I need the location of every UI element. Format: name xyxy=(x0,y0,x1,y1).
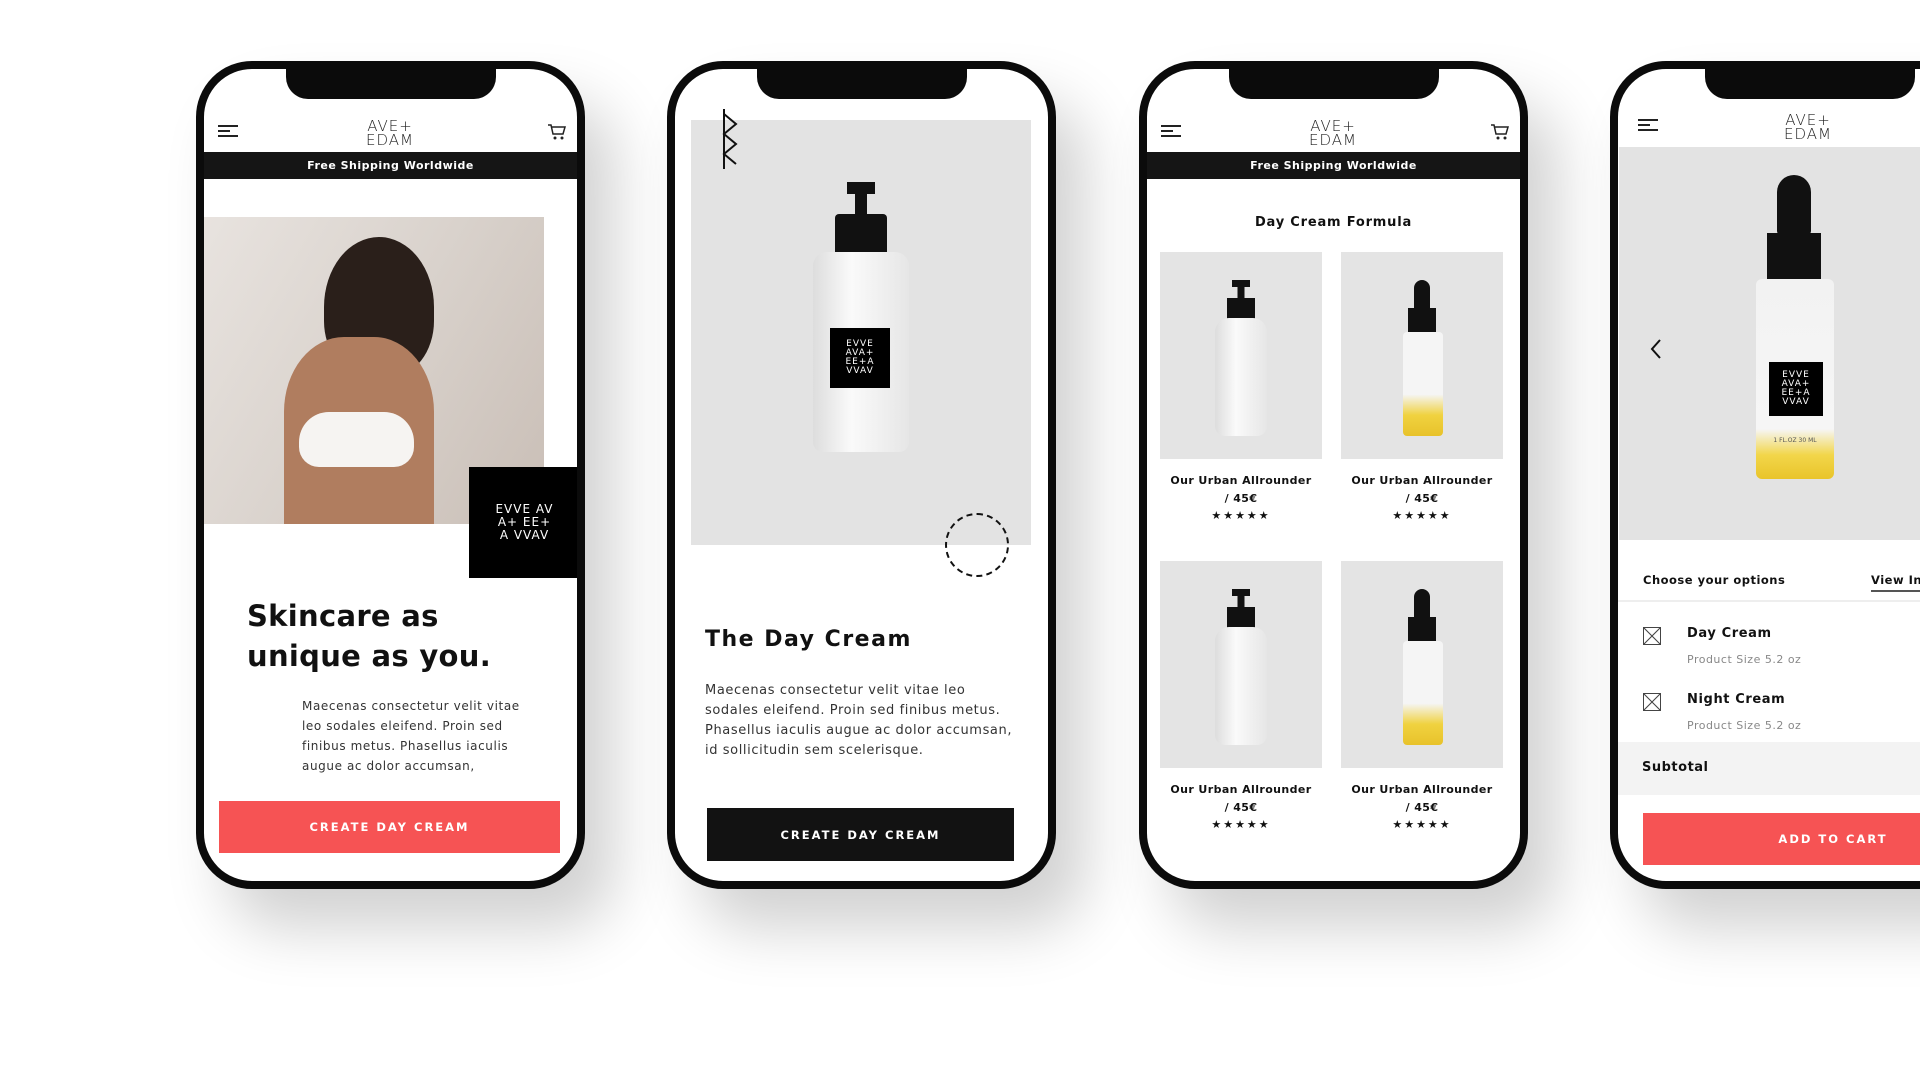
pump-collar xyxy=(835,214,887,254)
dropper-bulb xyxy=(1777,175,1811,235)
option-size: Product Size 5.2 oz xyxy=(1687,719,1802,732)
dropper-cap xyxy=(1408,308,1436,334)
pump-head xyxy=(1232,589,1250,596)
menu-icon[interactable] xyxy=(1638,119,1658,131)
product-price: / 45€ xyxy=(1405,492,1439,505)
shipping-banner: Free Shipping Worldwide xyxy=(1147,152,1520,179)
product-image: EVVE AVA+ EE+A VVAV 1 FL.OZ 30 ML xyxy=(1619,147,1920,540)
bottle-body xyxy=(1215,627,1267,745)
headline-line: Skincare as xyxy=(247,599,439,633)
view-ingredients-link[interactable]: View Ingr xyxy=(1871,573,1920,592)
brand-zigzag-mark xyxy=(722,109,738,169)
product-card-image[interactable] xyxy=(1160,252,1322,459)
option-name[interactable]: Day Cream xyxy=(1687,626,1772,641)
brand-logo[interactable]: AVE+ EDAM xyxy=(1303,119,1363,149)
product-name[interactable]: Our Urban Allrounder xyxy=(1160,474,1322,487)
product-price: / 45€ xyxy=(1405,801,1439,814)
dashed-circle-decoration xyxy=(945,513,1009,577)
product-title: The Day Cream xyxy=(705,627,912,652)
cart-icon[interactable] xyxy=(1490,123,1510,141)
phone-notch xyxy=(1228,69,1439,99)
pump-head xyxy=(1232,280,1250,287)
dropper-bulb xyxy=(1414,589,1430,619)
phone-product-list: AVE+ EDAM Free Shipping Worldwide Day Cre… xyxy=(1139,61,1528,889)
product-rating-stars: ★★★★★ xyxy=(1392,509,1452,522)
dropper-bulb xyxy=(1414,280,1430,310)
product-rating-stars: ★★★★★ xyxy=(1392,818,1452,831)
section-title: Day Cream Formula xyxy=(1254,215,1413,230)
product-name[interactable]: Our Urban Allrounder xyxy=(1341,783,1503,796)
brand-tile: EVVE AVA+ EE+A VVAV xyxy=(469,467,577,578)
bottle-label-tile: EVVE AVA+ EE+A VVAV xyxy=(1769,362,1823,416)
product-rating-stars: ★★★★★ xyxy=(1211,509,1271,522)
phone-product-detail: EVVE AVA+ EE+A VVAV The Day Cream Maecen… xyxy=(667,61,1056,889)
product-card-image[interactable] xyxy=(1160,561,1322,768)
bottle-body xyxy=(1215,318,1267,436)
logo-line: EDAM xyxy=(1784,125,1832,143)
brand-logo[interactable]: AVE+ EDAM xyxy=(1778,113,1838,143)
product-rating-stars: ★★★★★ xyxy=(1211,818,1271,831)
product-image: EVVE AVA+ EE+A VVAV xyxy=(691,120,1031,545)
phone-notch xyxy=(1705,69,1915,99)
pump-collar xyxy=(1227,607,1255,629)
hero-body-text: Maecenas consectetur velit vitae leo sod… xyxy=(302,699,520,773)
option-checkbox[interactable] xyxy=(1643,693,1661,711)
logo-line: EDAM xyxy=(366,131,414,149)
create-day-cream-button[interactable]: CREATE DAY CREAM xyxy=(707,808,1014,861)
product-name[interactable]: Our Urban Allrounder xyxy=(1160,783,1322,796)
create-day-cream-button[interactable]: CREATE DAY CREAM xyxy=(219,801,560,853)
phone-notch xyxy=(285,69,496,99)
pump-head xyxy=(847,182,875,194)
cart-icon[interactable] xyxy=(547,123,567,141)
phone-product-options: AVE+ EDAM EVVE AVA+ EE+A VVAV 1 FL.OZ 30 … xyxy=(1610,61,1920,889)
subtotal-row: Subtotal xyxy=(1618,742,1920,795)
chevron-left-icon[interactable] xyxy=(1650,339,1662,359)
product-price: / 45€ xyxy=(1224,492,1258,505)
subtotal-label: Subtotal xyxy=(1642,760,1709,775)
product-price: / 45€ xyxy=(1224,801,1258,814)
divider xyxy=(1618,600,1920,602)
pump-neck xyxy=(855,194,867,214)
pump-collar xyxy=(1227,298,1255,320)
product-description: Maecenas consectetur velit vitae leo sod… xyxy=(705,683,1013,758)
dropper-cap xyxy=(1767,233,1821,281)
bottle-label-tile: EVVE AVA+ EE+A VVAV xyxy=(830,328,890,388)
option-checkbox[interactable] xyxy=(1643,627,1661,645)
dropper-cap xyxy=(1408,617,1436,643)
option-name[interactable]: Night Cream xyxy=(1687,692,1785,707)
hero-headline: Skincare as unique as you. xyxy=(247,596,491,676)
phone-notch xyxy=(756,69,967,99)
photo-top xyxy=(299,412,414,467)
headline-line: unique as you. xyxy=(247,639,492,673)
option-size: Product Size 5.2 oz xyxy=(1687,653,1802,666)
bottle-body xyxy=(1403,641,1443,745)
menu-icon[interactable] xyxy=(1161,125,1181,137)
choose-options-label: Choose your options xyxy=(1643,573,1786,587)
logo-line: EDAM xyxy=(1309,131,1357,149)
menu-icon[interactable] xyxy=(218,125,238,137)
brand-logo[interactable]: AVE+ EDAM xyxy=(360,119,420,149)
product-name[interactable]: Our Urban Allrounder xyxy=(1341,474,1503,487)
bottle-size-label: 1 FL.OZ 30 ML xyxy=(1773,437,1817,444)
bottle-body xyxy=(1403,332,1443,436)
shipping-banner: Free Shipping Worldwide xyxy=(204,152,577,179)
product-card-image[interactable] xyxy=(1341,561,1503,768)
product-card-image[interactable] xyxy=(1341,252,1503,459)
add-to-cart-button[interactable]: ADD TO CART xyxy=(1643,813,1920,865)
phone-home-screen: AVE+ EDAM Free Shipping Worldwide EVVE AV… xyxy=(196,61,585,889)
